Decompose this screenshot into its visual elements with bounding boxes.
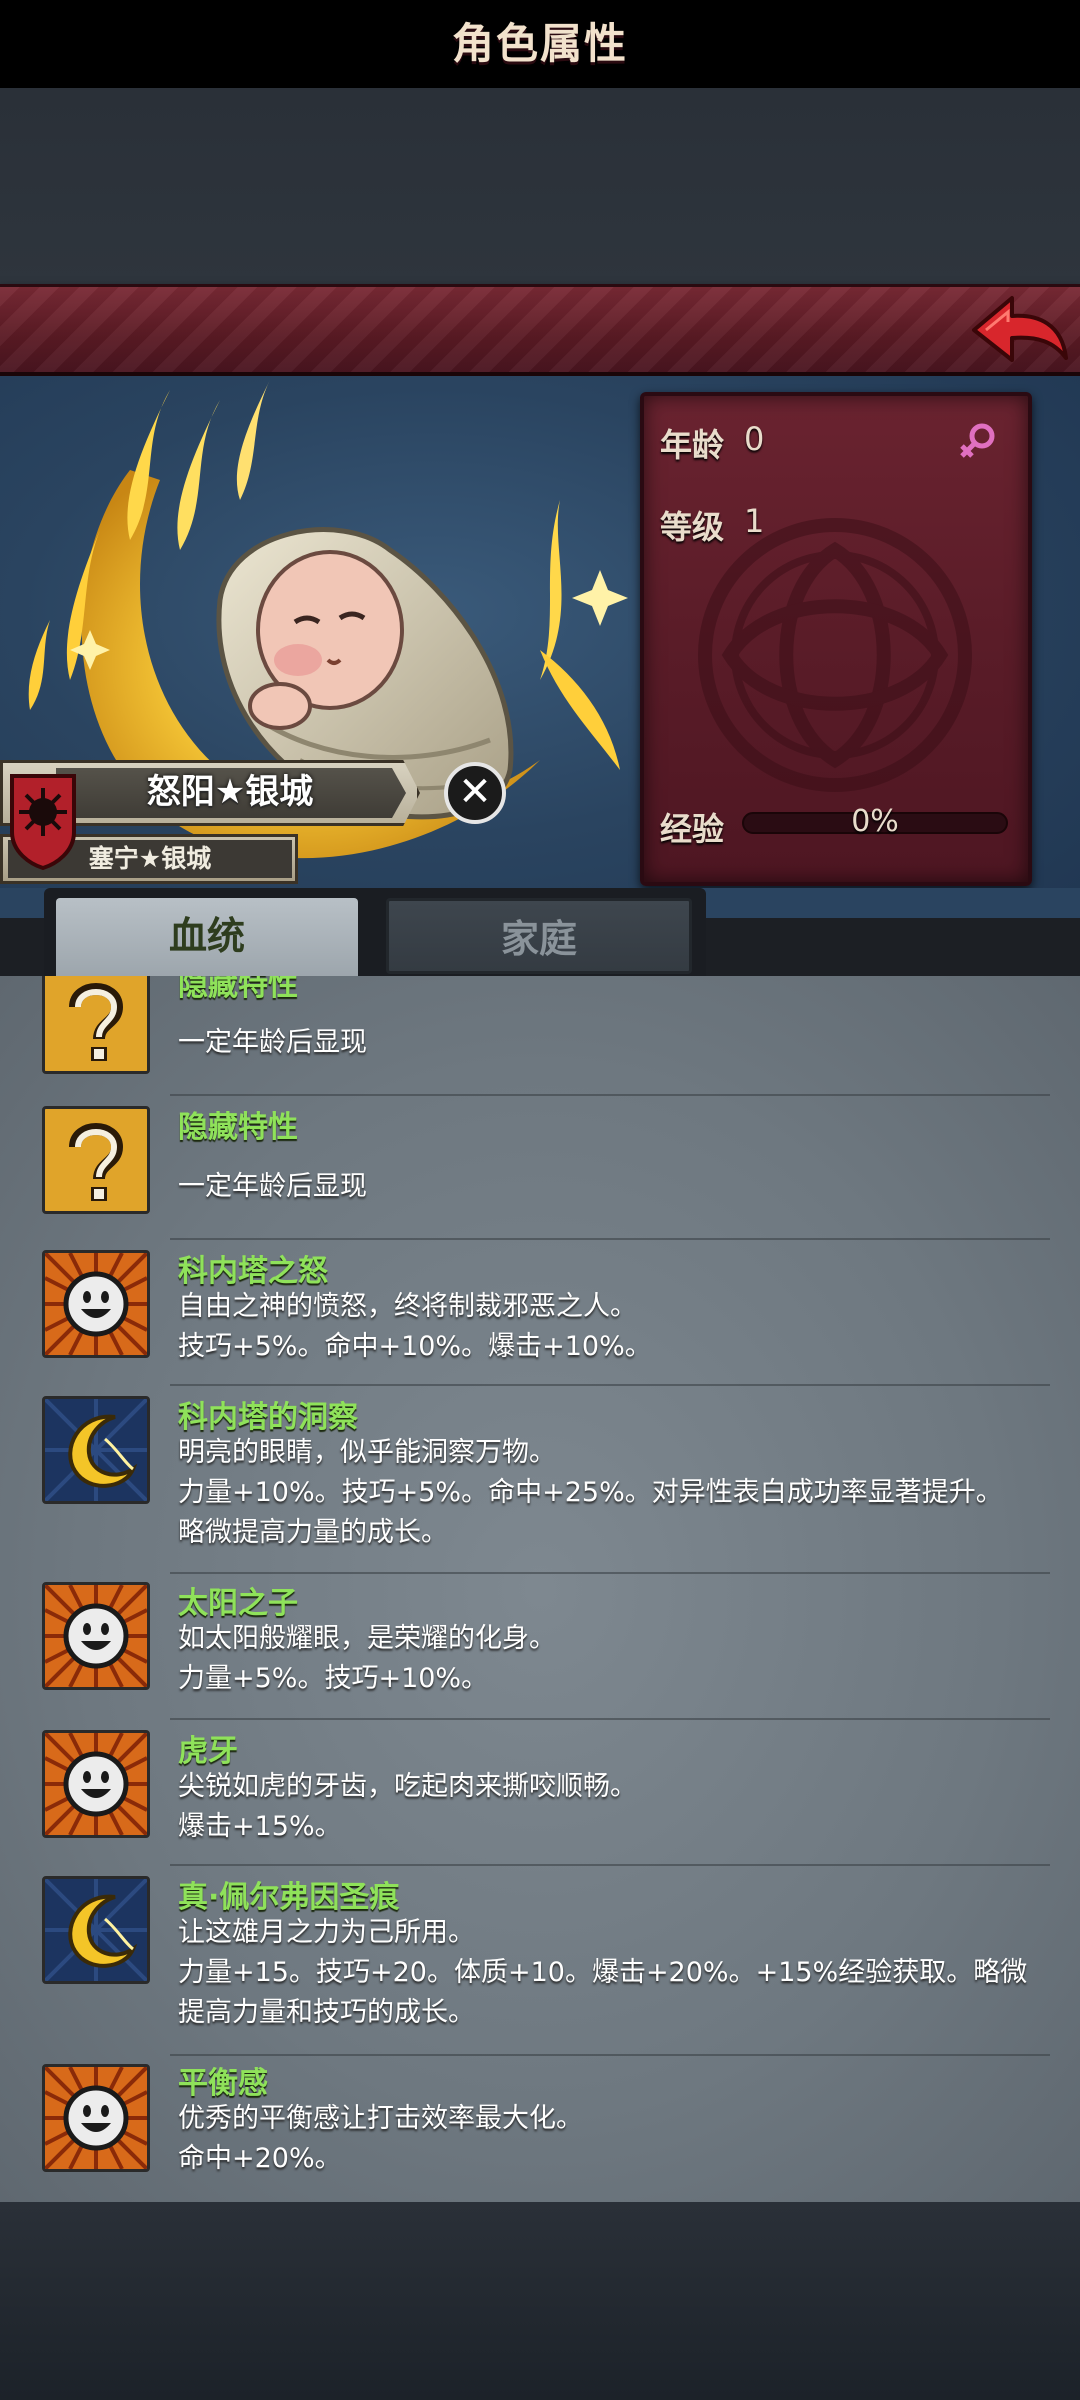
trait-description: 尖锐如虎的牙齿，吃起肉来撕咬顺畅。 (178, 1771, 637, 1802)
trait-description: 明亮的眼睛，似乎能洞察万物。 (178, 1437, 556, 1468)
trait-effects: 力量+15。技巧+20。体质+10。爆击+20%。+15%经验获取。略微 (178, 1957, 1028, 1988)
trait-name: 科内塔的洞察 (178, 1400, 358, 1435)
trait-description: 优秀的平衡感让打击效率最大化。 (178, 2103, 583, 2134)
game-screen: 角色属性 怒阳★银城 塞宁★银城 ✕ 年龄 0 等级 1 经验 0% 血统 家庭… (0, 0, 1080, 2400)
trait-effects-extra: 提高力量和技巧的成长。 (178, 1997, 475, 2028)
divider (170, 2054, 1050, 2056)
trait-name: 隐藏特性 (178, 1110, 298, 1145)
divider (170, 1094, 1050, 1096)
close-icon[interactable]: ✕ (444, 762, 506, 824)
trait-description: 如太阳般耀眼，是荣耀的化身。 (178, 1623, 556, 1654)
question-icon (42, 1106, 150, 1214)
age-value: 0 (744, 420, 765, 458)
tab-bloodline[interactable]: 血统 (56, 898, 358, 984)
trait-effects: 技巧+5%。命中+10%。爆击+10%。 (178, 1331, 652, 1362)
exp-label: 经验 (660, 810, 725, 848)
sun-icon (42, 2064, 150, 2172)
trait-name: 太阳之子 (178, 1586, 298, 1621)
divider (170, 1238, 1050, 1240)
divider (170, 1572, 1050, 1574)
age-label: 年龄 (660, 426, 725, 464)
trait-effects: 爆击+15%。 (178, 1811, 342, 1842)
trait-effects-extra: 略微提高力量的成长。 (178, 1517, 448, 1548)
family-crest-icon (10, 774, 76, 870)
trait-name: 科内塔之怒 (178, 1254, 328, 1289)
top-background (0, 88, 1080, 284)
header-banner (0, 284, 1080, 376)
trait-description: 一定年龄后显现 (178, 1027, 367, 1058)
divider (170, 1718, 1050, 1720)
trait-name: 平衡感 (178, 2066, 268, 2101)
trait-description: 自由之神的愤怒，终将制裁邪恶之人。 (178, 1291, 637, 1322)
trait-effects: 力量+10%。技巧+5%。命中+25%。对异性表白成功率显著提升。 (178, 1477, 1003, 1508)
sun-icon (42, 1730, 150, 1838)
bottom-background (0, 2202, 1080, 2400)
back-arrow-icon[interactable] (966, 288, 1074, 372)
moon-icon (42, 1396, 150, 1504)
sun-icon (42, 1250, 150, 1358)
page-title: 角色属性 (451, 19, 628, 68)
question-icon (42, 976, 150, 1074)
trait-name: 真·佩尔弗因圣痕 (178, 1880, 400, 1915)
moon-icon (42, 1876, 150, 1984)
tab-family[interactable]: 家庭 (386, 898, 692, 974)
trait-description: 让这雄月之力为己所用。 (178, 1917, 475, 1948)
trait-description: 一定年龄后显现 (178, 1171, 367, 1202)
celtic-knot-decoration (698, 518, 972, 792)
divider (170, 1864, 1050, 1866)
divider (170, 1384, 1050, 1386)
character-name: 怒阳★银城 (146, 772, 314, 812)
sun-icon (42, 1582, 150, 1690)
trait-name: 隐藏特性 (178, 976, 298, 1003)
female-gender-icon (960, 423, 995, 458)
level-label: 等级 (660, 508, 725, 546)
level-value: 1 (744, 502, 765, 540)
exp-value: 0% (851, 804, 899, 839)
trait-effects: 力量+5%。技巧+10%。 (178, 1663, 489, 1694)
trait-effects: 命中+20%。 (178, 2143, 342, 2174)
trait-list[interactable]: 隐藏特性 一定年龄后显现 隐藏特性 一定年龄后显现 科内塔之怒 自由之神的愤怒，… (0, 976, 1080, 2202)
trait-name: 虎牙 (178, 1734, 238, 1769)
